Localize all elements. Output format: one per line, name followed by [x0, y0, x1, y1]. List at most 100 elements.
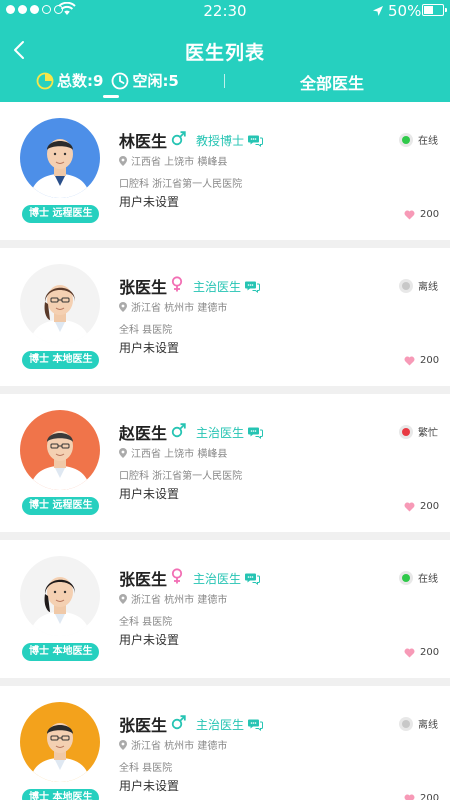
heart-icon — [404, 648, 415, 657]
doctor-hospital: 全科 县医院 — [119, 325, 173, 336]
female-icon — [171, 276, 183, 296]
name-row: 赵医生 主治医生 — [119, 420, 264, 444]
location-text: 浙江省 杭州市 建德市 — [131, 595, 228, 606]
tab-bar: 总数:9 空闲:5 全部医生 — [0, 68, 450, 102]
likes-count: 200 — [420, 647, 440, 658]
battery-percent: 50% — [388, 2, 422, 20]
status-text: 离线 — [418, 282, 438, 293]
doctor-card[interactable]: 博士 本地医生 张医生 主治医生 浙江省 杭州市 建德市 全科 县医院 用户未设… — [0, 540, 450, 686]
doctor-name: 张医生 — [119, 716, 168, 735]
pie-chart-icon — [36, 72, 54, 89]
doctor-title: 主治医生 — [193, 571, 242, 586]
doctor-title: 主治医生 — [196, 425, 245, 440]
doctor-name: 张医生 — [119, 570, 168, 589]
doctor-tag-badge: 博士 本地医生 — [22, 643, 100, 661]
doctor-signature: 用户未设置 — [119, 487, 180, 501]
clock-icon — [112, 72, 129, 89]
tab-stats[interactable]: 总数:9 空闲:5 — [36, 70, 187, 91]
header: 22:30 50% 医生列表 总数:9 空闲:5 全部医生 — [0, 0, 450, 102]
chat-icon[interactable] — [248, 134, 264, 147]
location-text: 江西省 上饶市 横峰县 — [131, 157, 228, 168]
name-row: 张医生 主治医生 — [119, 566, 261, 590]
status-indicator: 在线 — [399, 570, 438, 585]
doctor-name: 赵医生 — [119, 424, 168, 443]
heart-icon — [404, 502, 415, 511]
status-dot-icon — [399, 570, 413, 585]
location-pin-icon — [119, 739, 127, 750]
male-icon — [171, 422, 186, 442]
location-pin-icon — [119, 301, 127, 312]
doctor-card[interactable]: 博士 远程医生 赵医生 主治医生 江西省 上饶市 横峰县 口腔科 浙江省第一人民… — [0, 394, 450, 540]
status-dot-icon — [399, 278, 413, 293]
doctor-title: 教授博士 — [196, 133, 245, 148]
female-icon — [171, 568, 183, 588]
doctor-name: 林医生 — [119, 132, 168, 151]
doctor-location: 江西省 上饶市 横峰县 — [119, 445, 227, 460]
battery-icon — [422, 4, 447, 16]
doctor-card[interactable]: 博士 本地医生 张医生 主治医生 浙江省 杭州市 建德市 全科 县医院 用户未设… — [0, 248, 450, 394]
location-text: 浙江省 杭州市 建德市 — [131, 741, 228, 752]
avatar — [20, 556, 100, 636]
status-dot-icon — [399, 424, 413, 439]
location-pin-icon — [119, 155, 127, 166]
doctor-location: 浙江省 杭州市 建德市 — [119, 299, 227, 314]
status-text: 离线 — [418, 720, 438, 731]
doctor-name: 张医生 — [119, 278, 168, 297]
heart-icon — [404, 356, 415, 365]
male-icon — [171, 130, 186, 150]
location-arrow-icon — [373, 6, 383, 16]
doctor-title: 主治医生 — [193, 279, 242, 294]
status-bar: 22:30 50% — [0, 0, 450, 22]
doctor-location: 江西省 上饶市 横峰县 — [119, 153, 227, 168]
doctor-hospital: 口腔科 浙江省第一人民医院 — [119, 179, 243, 190]
chat-icon[interactable] — [248, 426, 264, 439]
page-title: 医生列表 — [184, 42, 265, 64]
chat-icon[interactable] — [248, 718, 264, 731]
chat-icon[interactable] — [245, 280, 261, 293]
likes[interactable]: 200 — [404, 209, 439, 220]
avatar — [20, 410, 100, 490]
avatar — [20, 702, 100, 782]
app: 22:30 50% 医生列表 总数:9 空闲:5 全部医生 博士 远程医生 林医… — [0, 0, 450, 800]
likes[interactable]: 200 — [404, 647, 439, 658]
total-count: 总数:9 — [57, 72, 104, 90]
tab-indicator — [103, 95, 119, 98]
likes[interactable]: 200 — [404, 793, 439, 800]
likes[interactable]: 200 — [404, 355, 439, 366]
location-text: 浙江省 杭州市 建德市 — [131, 303, 228, 314]
status-text: 在线 — [418, 574, 438, 585]
status-indicator: 繁忙 — [399, 424, 438, 439]
doctor-hospital: 全科 县医院 — [119, 763, 173, 774]
male-icon — [171, 714, 186, 734]
location-pin-icon — [119, 447, 127, 458]
status-indicator: 离线 — [399, 278, 438, 293]
chat-icon[interactable] — [245, 572, 261, 585]
doctor-tag-badge: 博士 本地医生 — [22, 351, 100, 369]
avatar — [20, 264, 100, 344]
status-text: 繁忙 — [418, 428, 438, 439]
status-text: 在线 — [418, 136, 438, 147]
name-row: 张医生 主治医生 — [119, 712, 264, 736]
doctor-list: 博士 远程医生 林医生 教授博士 江西省 上饶市 横峰县 口腔科 浙江省第一人民… — [0, 102, 450, 800]
doctor-location: 浙江省 杭州市 建德市 — [119, 591, 227, 606]
name-row: 林医生 教授博士 — [119, 128, 264, 152]
doctor-tag-badge: 博士 远程医生 — [22, 205, 100, 223]
tab-all-doctors[interactable]: 全部医生 — [300, 70, 364, 94]
likes[interactable]: 200 — [404, 501, 439, 512]
status-indicator: 离线 — [399, 716, 438, 731]
status-dot-icon — [399, 716, 413, 731]
heart-icon — [404, 794, 415, 800]
idle-count: 空闲:5 — [132, 72, 179, 90]
doctor-card[interactable]: 博士 远程医生 林医生 教授博士 江西省 上饶市 横峰县 口腔科 浙江省第一人民… — [0, 102, 450, 248]
doctor-signature: 用户未设置 — [119, 195, 180, 209]
doctor-tag-badge: 博士 远程医生 — [22, 497, 100, 515]
doctor-card[interactable]: 博士 本地医生 张医生 主治医生 浙江省 杭州市 建德市 全科 县医院 用户未设… — [0, 686, 450, 800]
doctor-tag-badge: 博士 本地医生 — [22, 789, 100, 800]
doctor-location: 浙江省 杭州市 建德市 — [119, 737, 227, 752]
likes-count: 200 — [420, 209, 440, 220]
heart-icon — [404, 210, 415, 219]
doctor-hospital: 全科 县医院 — [119, 617, 173, 628]
likes-count: 200 — [420, 501, 440, 512]
doctor-title: 主治医生 — [196, 717, 245, 732]
doctor-signature: 用户未设置 — [119, 633, 180, 647]
